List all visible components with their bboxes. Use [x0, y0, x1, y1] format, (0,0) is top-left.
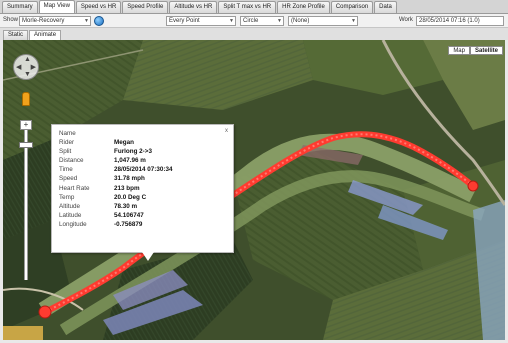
info-row-temp: Temp 20.0 Deg C [59, 193, 147, 201]
toolbar: Show Morle-Recovery ▼ Every Point ▼ Circ… [0, 14, 508, 28]
arrow-left-icon[interactable]: ◀ [16, 64, 21, 71]
show-select[interactable]: Morle-Recovery ▼ [19, 16, 91, 26]
point-info-table: Name Rider Megan Split Furlong 2->3 Distan… [59, 129, 172, 229]
tab-comparison[interactable]: Comparison [330, 1, 374, 13]
none-select[interactable]: (None) ▼ [288, 16, 358, 26]
info-row-heart-rate: Heart Rate 213 bpm [59, 184, 140, 192]
marker-select[interactable]: Circle ▼ [240, 16, 284, 26]
tab-map-view[interactable]: Map View [38, 0, 75, 13]
tab-summary[interactable]: Summary [2, 1, 38, 13]
map-view[interactable]: Map Satellite ▲ ▼ ◀ ▶ + x Name Rider Mega… [3, 40, 505, 340]
show-select-value: Morle-Recovery [22, 18, 65, 24]
zoom-slider-handle[interactable] [19, 142, 33, 148]
chevron-down-icon: ▼ [277, 18, 282, 24]
work-label: Work [399, 17, 413, 23]
main-tab-bar: Summary Map View Speed vs HR Speed Profi… [0, 0, 508, 14]
chevron-down-icon: ▼ [351, 18, 356, 24]
point-info-popup: x Name Rider Megan Split Furlong 2->3 Dist… [51, 124, 234, 261]
point-select-value: Every Point [169, 18, 200, 24]
refresh-icon[interactable] [94, 16, 104, 26]
info-row-altitude: Altitude 78.30 m [59, 202, 138, 210]
map-type-satellite[interactable]: Satellite [469, 46, 503, 55]
tab-hr-zone-profile[interactable]: HR Zone Profile [277, 1, 330, 13]
view-mode-tabs: Static Animate [0, 28, 508, 40]
marker-select-value: Circle [243, 18, 259, 24]
info-row-speed: Speed 31.78 mph [59, 175, 145, 183]
chevron-down-icon: ▼ [84, 18, 89, 24]
show-label: Show [3, 17, 19, 23]
info-row-latitude: Latitude 54.106747 [59, 211, 144, 219]
tab-speed-profile[interactable]: Speed Profile [122, 1, 169, 13]
tab-data[interactable]: Data [374, 1, 397, 13]
popup-pointer [142, 252, 154, 261]
map-type-switcher: Map Satellite [448, 46, 503, 55]
arrow-right-icon[interactable]: ▶ [31, 64, 36, 71]
pan-control[interactable]: ▲ ▼ ◀ ▶ [13, 54, 39, 80]
none-select-value: (None) [291, 18, 310, 24]
tab-static[interactable]: Static [3, 30, 29, 40]
map-type-map[interactable]: Map [448, 46, 470, 55]
street-view-pegman-icon[interactable] [22, 92, 30, 106]
info-row-longitude: Longitude -0.756879 [59, 220, 143, 228]
chevron-down-icon: ▼ [229, 18, 234, 24]
work-field-value: 28/05/2014 07:16 (1.0) [419, 18, 480, 24]
tab-animate[interactable]: Animate [29, 30, 62, 40]
info-row-split: Split Furlong 2->3 [59, 148, 152, 156]
point-select[interactable]: Every Point ▼ [166, 16, 236, 26]
arrow-up-icon[interactable]: ▲ [24, 56, 31, 63]
work-field[interactable]: 28/05/2014 07:16 (1.0) [416, 16, 504, 26]
tab-speed-vs-hr[interactable]: Speed vs HR [75, 1, 122, 13]
zoom-in-button[interactable]: + [20, 120, 32, 130]
tab-split-t-max-vs-hr[interactable]: Split T max vs HR [218, 1, 277, 13]
arrow-down-icon[interactable]: ▼ [24, 71, 31, 78]
close-icon[interactable]: x [225, 128, 228, 134]
info-row-time: Time 28/05/2014 07:30:34 [59, 166, 173, 174]
zoom-slider-track[interactable] [24, 130, 28, 280]
info-row-distance: Distance 1,047.96 m [59, 157, 146, 165]
info-row-name: Name [59, 130, 76, 137]
info-row-rider: Rider Megan [59, 139, 134, 147]
tab-altitude-vs-hr[interactable]: Altitude vs HR [169, 1, 218, 13]
